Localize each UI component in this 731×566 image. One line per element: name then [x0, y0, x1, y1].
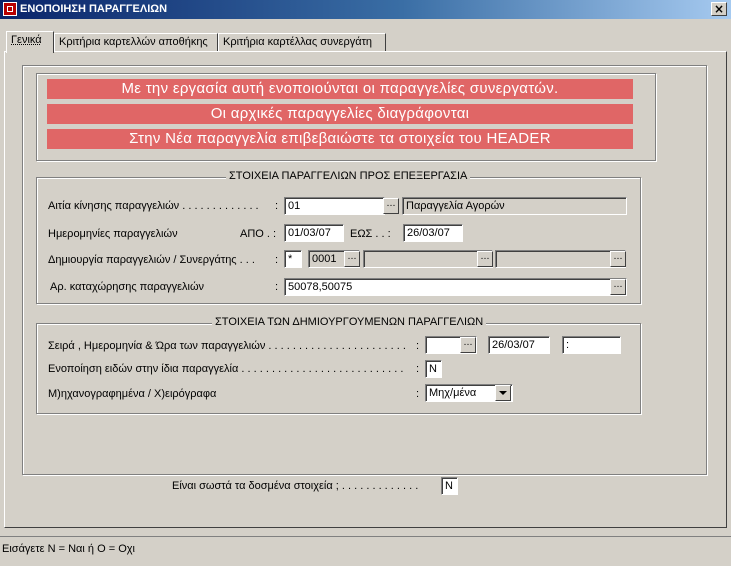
colon: : [275, 200, 279, 212]
reason-code-field[interactable]: 01 [284, 197, 385, 215]
colon: : [275, 254, 279, 266]
reason-description: Παραγγελία Αγορών [402, 197, 627, 215]
create-flag-field[interactable]: * [284, 250, 302, 268]
tab-warehouse-criteria[interactable]: Κριτήρια καρτελλών αποθήκης [54, 33, 218, 51]
group-title: ΣΤΟΙΧΕΙΑ ΤΩΝ ΔΗΜΙΟΥΡΓΟΥΜΕΝΩΝ ΠΑΡΑΓΓΕΛΙΩΝ [212, 316, 487, 328]
partner-lookup-button[interactable]: … [344, 251, 360, 267]
to-label: ΕΩΣ . . : [350, 228, 391, 240]
reason-lookup-button[interactable]: … [383, 198, 399, 214]
merge-items-label: Ενοποίηση ειδών στην ίδια παραγγελία . .… [48, 363, 404, 375]
info-banner-3: Στην Νέα παραγγελία επιβεβαιώστε τα στοι… [47, 129, 633, 149]
close-button[interactable]: × [711, 2, 727, 16]
confirm-field[interactable]: Ν [441, 477, 458, 495]
info-banner-2: Οι αρχικές παραγγελίες διαγράφονται [47, 104, 633, 124]
tab-label: Κριτήρια καρτέλλας συνεργάτη [223, 36, 373, 48]
to-date-field[interactable]: 26/03/07 [403, 224, 463, 242]
partner-name-field [363, 250, 493, 268]
registration-label: Αρ. καταχώρησης παραγγελιών [50, 281, 205, 293]
tab-general[interactable]: Γενικά [6, 31, 54, 53]
registration-lookup-button[interactable]: … [610, 279, 626, 295]
group-title: ΣΤΟΙΧΕΙΑ ΠΑΡΑΓΓΕΛΙΩΝ ΠΡΟΣ ΕΠΕΞΕΡΓΑΣΙΑ [226, 170, 471, 182]
from-date-field[interactable]: 01/03/07 [284, 224, 344, 242]
colon: : [416, 340, 420, 352]
colon: : [416, 363, 420, 375]
mode-label: Μ)ηχανογραφημένα / Χ)ειρόγραφα [48, 388, 217, 400]
colon: : [416, 388, 420, 400]
series-label: Σειρά , Ημερομηνία & Ώρα των παραγγελιών… [48, 340, 406, 352]
from-label: ΑΠΟ . : [240, 228, 277, 240]
dates-label: Ημερομηνίες παραγγελιών [48, 228, 178, 240]
confirm-label: Είναι σωστά τα δοσμένα στοιχεία ; . . . … [172, 480, 419, 492]
tab-label: Γενικά [11, 34, 42, 46]
create-label: Δημιουργία παραγγελιών / Συνεργάτης . . … [48, 254, 255, 266]
registration-numbers-field[interactable]: 50078,50075 [284, 278, 627, 296]
created-date-field[interactable]: 26/03/07 [488, 336, 550, 354]
app-icon[interactable] [3, 2, 17, 16]
tab-label: Κριτήρια καρτελλών αποθήκης [59, 36, 208, 48]
series-lookup-button[interactable]: … [460, 337, 476, 353]
info-banner-1: Με την εργασία αυτή ενοποιούνται οι παρα… [47, 79, 633, 99]
partner-extra-field [495, 250, 626, 268]
created-time-field[interactable]: : [562, 336, 621, 354]
tab-partner-criteria[interactable]: Κριτήρια καρτέλλας συνεργάτη [218, 33, 386, 51]
status-text: Εισάγετε Ν = Ναι ή Ο = Οχι [2, 543, 135, 555]
partner-extra-lookup-button[interactable]: … [610, 251, 626, 267]
chevron-down-icon[interactable] [495, 385, 511, 401]
window-title: ΕΝΟΠΟΙΗΣΗ ΠΑΡΑΓΓΕΛΙΩΝ [20, 3, 168, 15]
merge-items-field[interactable]: Ν [425, 360, 442, 378]
reason-label: Αιτία κίνησης παραγγελιών . . . . . . . … [48, 200, 259, 212]
colon: : [275, 281, 279, 293]
partner-name-lookup-button[interactable]: … [477, 251, 493, 267]
